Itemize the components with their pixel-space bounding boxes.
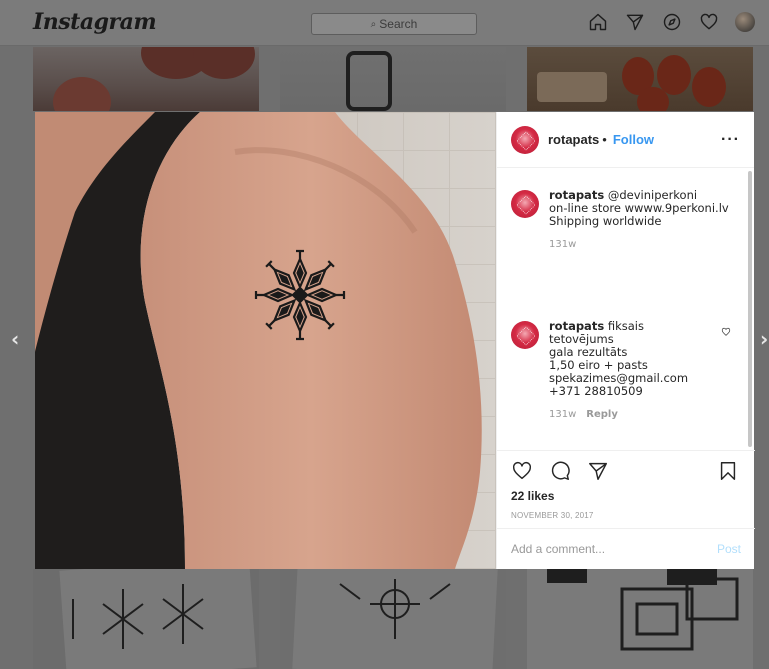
comment-text: +371 28810509 (549, 384, 643, 398)
top-navigation-bar: Instagram ⌕ Search (0, 0, 769, 46)
search-icon: ⌕ (370, 18, 377, 30)
separator-dot: • (602, 132, 607, 147)
post-date[interactable]: NOVEMBER 30, 2017 (511, 511, 741, 520)
explore-icon[interactable] (661, 11, 683, 33)
activity-heart-icon[interactable] (698, 11, 720, 33)
post-actions: 22 likes NOVEMBER 30, 2017 (497, 450, 755, 527)
nav-icons (587, 11, 755, 33)
comments-list[interactable]: rotapats @deviniperkoni on-line store ww… (497, 169, 755, 449)
post-comment-button[interactable]: Post (717, 542, 741, 556)
add-comment-bar: Post (497, 528, 755, 569)
comment-time[interactable]: 131w (549, 408, 576, 421)
follow-button[interactable]: Follow (613, 132, 654, 147)
comment-text: Shipping worldwide (549, 214, 662, 228)
comment-item: rotapats @deviniperkoni on-line store ww… (511, 189, 731, 251)
comment-text[interactable]: @deviniperkoni (608, 188, 697, 202)
like-heart-icon[interactable] (511, 460, 535, 484)
profile-avatar[interactable] (735, 12, 755, 32)
post-sidebar: rotapats • Follow ··· rotapats @devinipe… (496, 112, 755, 569)
grid-thumbnail[interactable] (280, 569, 506, 669)
post-username[interactable]: rotapats (548, 132, 599, 147)
save-bookmark-icon[interactable] (717, 460, 741, 484)
previous-post-button[interactable]: ‹ (11, 327, 19, 351)
comment-username[interactable]: rotapats (549, 188, 604, 202)
grid-thumbnail[interactable] (527, 47, 753, 111)
home-icon[interactable] (587, 11, 609, 33)
grid-thumbnail[interactable] (33, 569, 259, 669)
next-post-button[interactable]: › (760, 327, 768, 351)
comment-username[interactable]: rotapats (549, 319, 604, 333)
comment-avatar[interactable] (511, 321, 539, 349)
search-input[interactable]: ⌕ Search (311, 13, 477, 35)
post-modal: rotapats • Follow ··· rotapats @devinipe… (35, 112, 755, 569)
instagram-logo[interactable]: Instagram (33, 9, 157, 35)
comment-avatar[interactable] (511, 190, 539, 218)
grid-thumbnail[interactable] (33, 47, 259, 111)
user-avatar[interactable] (511, 125, 539, 154)
grid-thumbnail[interactable] (280, 47, 506, 111)
post-header: rotapats • Follow ··· (497, 112, 754, 168)
reply-button[interactable]: Reply (586, 408, 618, 421)
direct-icon[interactable] (624, 11, 646, 33)
likes-count[interactable]: 22 likes (511, 489, 741, 503)
share-paper-plane-icon[interactable] (587, 460, 611, 484)
more-options-button[interactable]: ··· (721, 131, 740, 149)
comment-bubble-icon[interactable] (549, 460, 573, 484)
comment-text: fiksais (607, 319, 644, 333)
grid-thumbnail[interactable] (527, 569, 753, 669)
search-placeholder: Search (379, 17, 418, 31)
comment-item: rotapats fiksais tetovējums gala rezultā… (511, 320, 731, 421)
post-photo[interactable] (35, 112, 496, 569)
comment-time[interactable]: 131w (549, 238, 576, 251)
comments-scrollbar[interactable] (748, 171, 752, 447)
comment-input[interactable] (511, 542, 717, 556)
comment-like-heart-icon[interactable] (721, 324, 731, 336)
